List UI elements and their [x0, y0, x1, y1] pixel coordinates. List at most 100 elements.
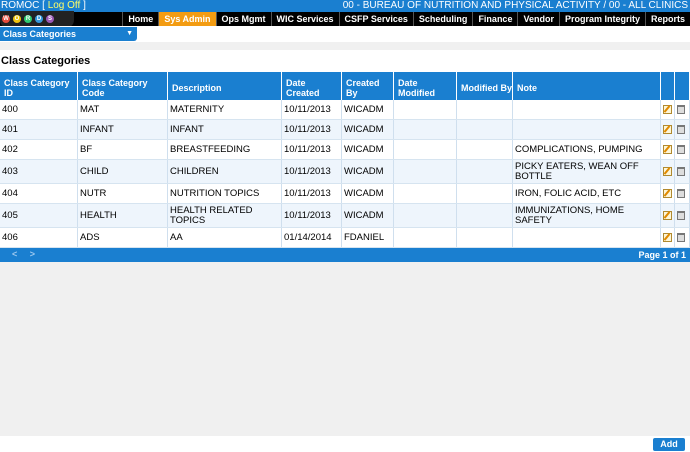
table-row[interactable]: 401 INFANT INFANT 10/11/2013 WICADM — [0, 120, 690, 140]
cell-created: 10/11/2013 — [282, 160, 342, 183]
cell-note: COMPLICATIONS, PUMPING — [513, 140, 661, 159]
edit-icon[interactable] — [663, 233, 672, 242]
edit-cell — [661, 204, 675, 227]
cell-id: 405 — [0, 204, 78, 227]
nav-tab-csfp-services[interactable]: CSFP Services — [338, 12, 413, 26]
table-row[interactable]: 403 CHILD CHILDREN 10/11/2013 WICADM PICKY EA… — [0, 160, 690, 184]
column-header[interactable]: Modified By — [457, 72, 513, 100]
cell-note: PICKY EATERS, WEAN OFF BOTTLE — [513, 160, 661, 183]
cell-note: IMMUNIZATIONS, HOME SAFETY — [513, 204, 661, 227]
cell-code: ADS — [78, 228, 168, 247]
cell-modby — [457, 120, 513, 139]
heading-band — [0, 50, 690, 72]
delete-cell — [675, 120, 690, 139]
edit-icon[interactable] — [663, 211, 672, 220]
top-bar: ROMOC [ Log Off ] 00 - BUREAU OF NUTRITI… — [0, 0, 690, 12]
cell-id: 404 — [0, 184, 78, 203]
nav-tab-reports[interactable]: Reports — [644, 12, 690, 26]
cell-modby — [457, 160, 513, 183]
edit-cell — [661, 140, 675, 159]
delete-cell — [675, 204, 690, 227]
cell-note — [513, 120, 661, 139]
logo-letter: D — [35, 15, 43, 23]
grid-header: Class Category ID Class Category Code Desc… — [0, 72, 690, 100]
nav-tab-wic-services[interactable]: WIC Services — [270, 12, 339, 26]
edit-icon[interactable] — [663, 125, 672, 134]
nav-tab-ops-mgmt[interactable]: Ops Mgmt — [215, 12, 271, 26]
nav-tab-program-integrity[interactable]: Program Integrity — [558, 12, 645, 26]
trash-icon[interactable] — [677, 233, 685, 242]
cell-modby — [457, 100, 513, 119]
table-row[interactable]: 400 MAT MATERNITY 10/11/2013 WICADM — [0, 100, 690, 120]
edit-cell — [661, 100, 675, 119]
table-row[interactable]: 405 HEALTH HEALTH RELATED TOPICS 10/11/2013… — [0, 204, 690, 228]
prev-page-button[interactable]: < — [12, 249, 17, 259]
trash-icon[interactable] — [677, 167, 685, 176]
cell-modby — [457, 228, 513, 247]
trash-icon[interactable] — [677, 125, 685, 134]
column-header[interactable]: Description — [168, 72, 282, 100]
cell-modby — [457, 140, 513, 159]
cell-mod — [394, 120, 457, 139]
cell-code: INFANT — [78, 120, 168, 139]
nav-tab-scheduling[interactable]: Scheduling — [412, 12, 473, 26]
dropdown-label: Class Categories — [3, 29, 77, 39]
edit-cell — [661, 120, 675, 139]
nav-tab-finance[interactable]: Finance — [472, 12, 517, 26]
class-categories-dropdown[interactable]: Class Categories ▼ — [0, 27, 137, 41]
logo-letter: R — [24, 15, 32, 23]
trash-icon[interactable] — [677, 189, 685, 198]
cell-mod — [394, 228, 457, 247]
pager: < > — [12, 249, 35, 259]
cell-code: CHILD — [78, 160, 168, 183]
grid-body: 400 MAT MATERNITY 10/11/2013 WICADM 401 INFANT… — [0, 100, 690, 248]
column-header-action — [661, 72, 675, 100]
bracket-close: ] — [80, 0, 86, 11]
cell-mod — [394, 204, 457, 227]
cell-id: 406 — [0, 228, 78, 247]
cell-note: IRON, FOLIC ACID, ETC — [513, 184, 661, 203]
trash-icon[interactable] — [677, 145, 685, 154]
username: ROMOC — [1, 0, 40, 11]
nav-tab-home[interactable]: Home — [122, 12, 158, 26]
trash-icon[interactable] — [677, 211, 685, 220]
add-button[interactable]: Add — [653, 438, 685, 451]
next-page-button[interactable]: > — [30, 249, 35, 259]
cell-by: WICADM — [342, 160, 394, 183]
table-row[interactable]: 402 BF BREASTFEEDING 10/11/2013 WICADM COMPLI… — [0, 140, 690, 160]
logo-letter: S — [46, 15, 54, 23]
edit-cell — [661, 160, 675, 183]
cell-by: WICADM — [342, 140, 394, 159]
cell-desc: INFANT — [168, 120, 282, 139]
edit-icon[interactable] — [663, 167, 672, 176]
column-header[interactable]: Created By — [342, 72, 394, 100]
cell-by: WICADM — [342, 120, 394, 139]
nav-tab-sys-admin[interactable]: Sys Admin — [158, 12, 216, 26]
column-header[interactable]: Date Modified — [394, 72, 457, 100]
cell-id: 400 — [0, 100, 78, 119]
column-header[interactable]: Note — [513, 72, 661, 100]
trash-icon[interactable] — [677, 105, 685, 114]
bottom-band — [0, 436, 690, 452]
column-header[interactable]: Date Created — [282, 72, 342, 100]
edit-icon[interactable] — [663, 105, 672, 114]
logoff-link[interactable]: Log Off — [48, 0, 81, 11]
cell-created: 10/11/2013 — [282, 120, 342, 139]
column-header[interactable]: Class Category Code — [78, 72, 168, 100]
agency-clinic: 00 - BUREAU OF NUTRITION AND PHYSICAL AC… — [342, 0, 688, 11]
table-row[interactable]: 406 ADS AA 01/14/2014 FDANIEL — [0, 228, 690, 248]
cell-modby — [457, 184, 513, 203]
edit-icon[interactable] — [663, 145, 672, 154]
nav-tab-vendor[interactable]: Vendor — [517, 12, 559, 26]
cell-code: NUTR — [78, 184, 168, 203]
cell-code: BF — [78, 140, 168, 159]
cell-by: WICADM — [342, 184, 394, 203]
cell-by: WICADM — [342, 100, 394, 119]
cell-created: 10/11/2013 — [282, 184, 342, 203]
cell-created: 10/11/2013 — [282, 140, 342, 159]
cell-id: 402 — [0, 140, 78, 159]
table-row[interactable]: 404 NUTR NUTRITION TOPICS 10/11/2013 WICADM I… — [0, 184, 690, 204]
cell-desc: CHILDREN — [168, 160, 282, 183]
column-header[interactable]: Class Category ID — [0, 72, 78, 100]
edit-icon[interactable] — [663, 189, 672, 198]
